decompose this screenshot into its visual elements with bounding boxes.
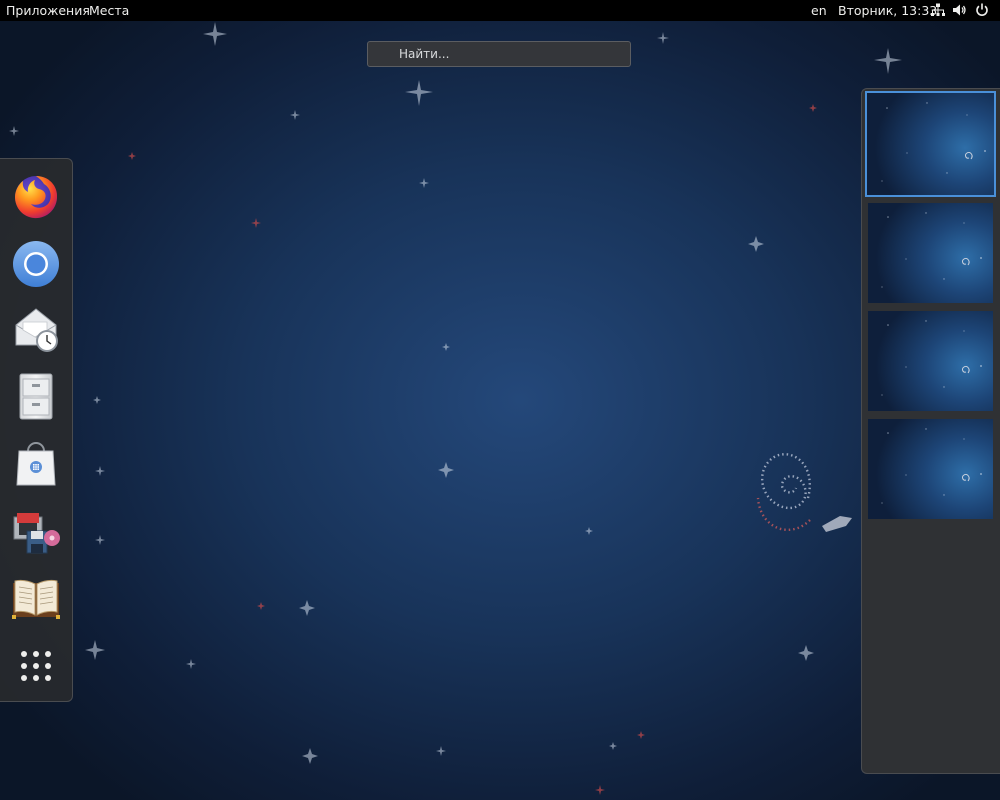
- dash-item-software[interactable]: [11, 439, 61, 489]
- keyboard-layout-indicator[interactable]: en: [811, 0, 827, 21]
- firefox-icon: [15, 176, 58, 219]
- top-bar: Приложения Места en Вторник, 13:33: [0, 0, 1000, 21]
- dash-item-book[interactable]: [11, 573, 61, 623]
- dash-item-firefox[interactable]: [11, 171, 61, 221]
- show-applications-icon: [21, 651, 51, 681]
- workspace-switcher: [861, 88, 1000, 774]
- desktop-wallpaper: [9, 22, 902, 795]
- evolution-mail-icon: [15, 308, 58, 352]
- workspace-thumbnail-4[interactable]: [868, 419, 993, 519]
- debian-swirl: [756, 453, 811, 531]
- search-box[interactable]: [367, 41, 631, 67]
- workspace-thumbnail-3[interactable]: [868, 311, 993, 411]
- volume-icon[interactable]: [952, 3, 966, 17]
- dash-item-chromium[interactable]: [11, 239, 61, 289]
- book-icon: [12, 579, 60, 619]
- network-icon[interactable]: [931, 3, 945, 17]
- applications-menu[interactable]: Приложения: [6, 0, 90, 21]
- dash-item-files[interactable]: [11, 371, 61, 421]
- search-input[interactable]: [368, 42, 630, 66]
- power-icon[interactable]: [975, 3, 989, 17]
- chromium-icon: [13, 241, 59, 287]
- clock[interactable]: Вторник, 13:33: [838, 0, 937, 21]
- software-icon: [16, 442, 56, 486]
- dash-item-evolution[interactable]: [11, 305, 61, 355]
- dash-item-tools[interactable]: [11, 507, 61, 557]
- rocket: [822, 516, 852, 532]
- workspace-thumbnail-2[interactable]: [868, 203, 993, 303]
- dash: [0, 158, 73, 702]
- tools-icon: [13, 513, 60, 554]
- files-icon: [19, 373, 53, 420]
- show-applications-button[interactable]: [11, 641, 61, 691]
- places-menu[interactable]: Места: [89, 0, 129, 21]
- workspace-thumbnail-1[interactable]: [865, 91, 996, 197]
